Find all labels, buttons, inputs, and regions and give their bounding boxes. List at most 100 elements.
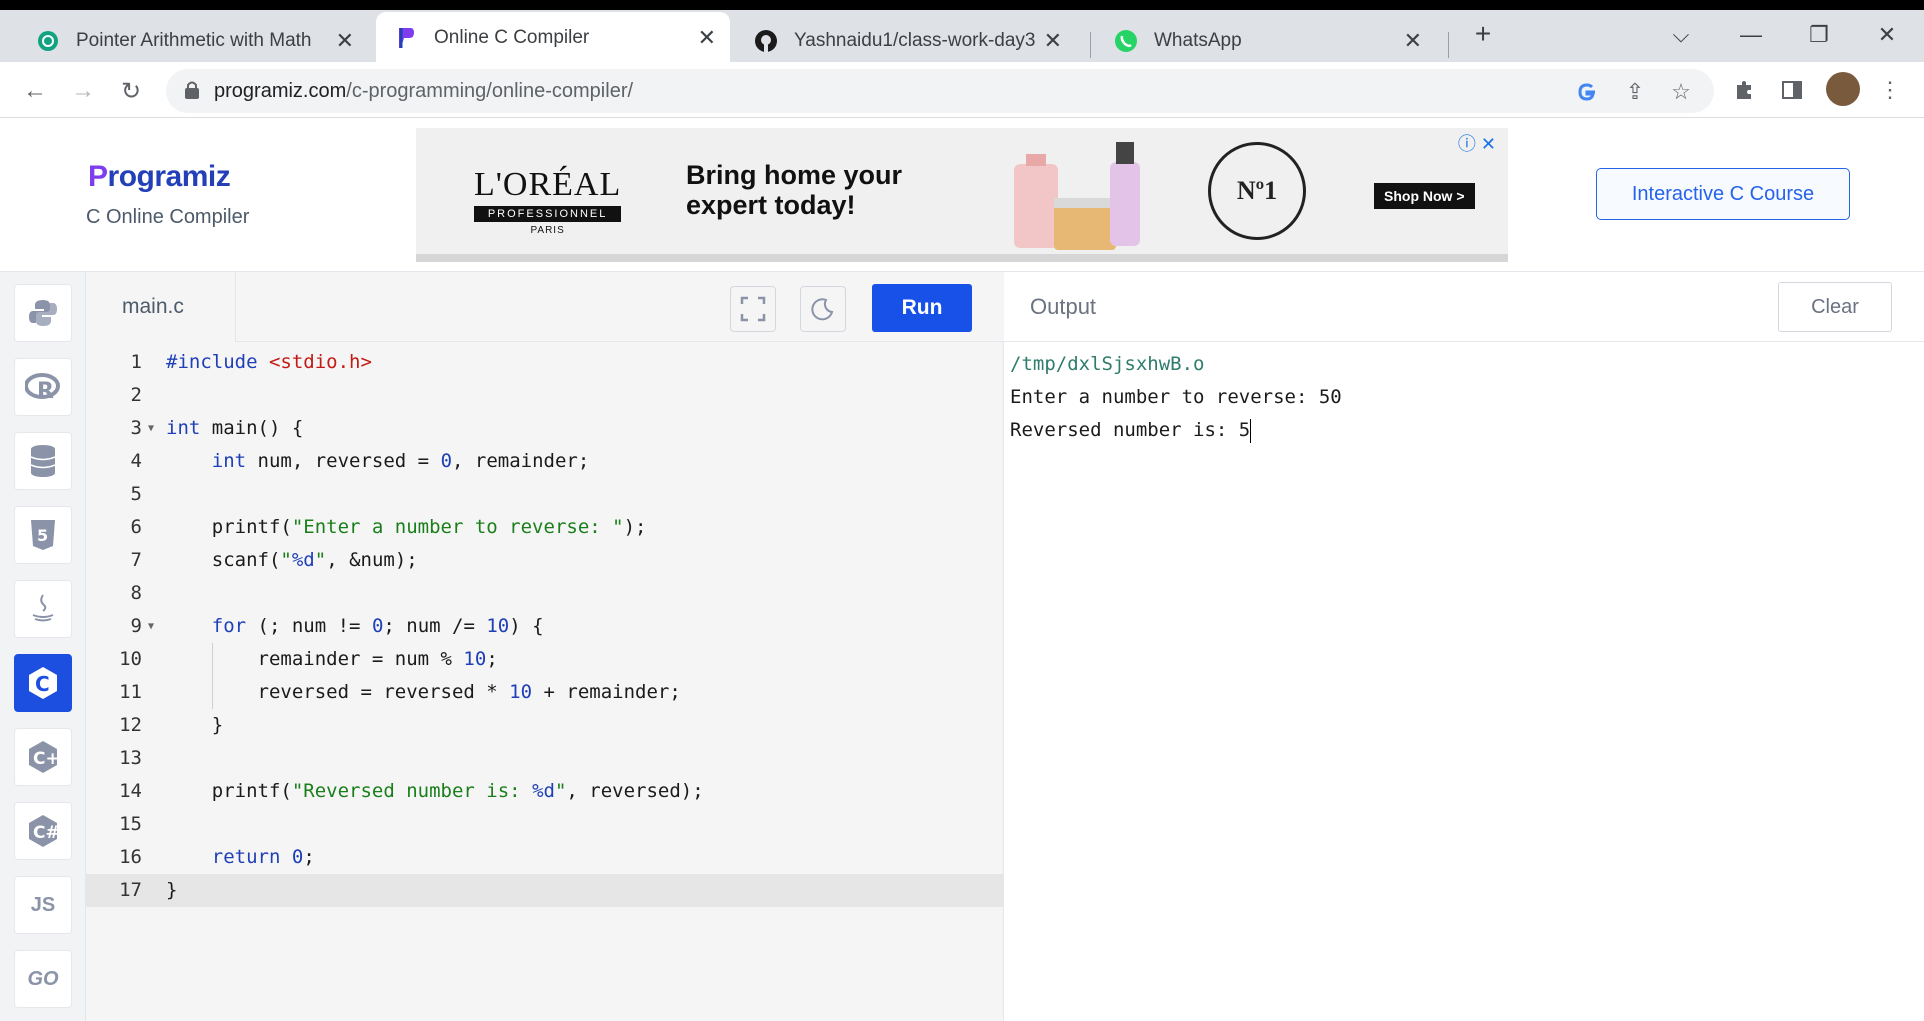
url-text: programiz.com/c-programming/online-compi… xyxy=(214,80,633,103)
fullscreen-icon[interactable] xyxy=(730,286,776,332)
profile-avatar[interactable] xyxy=(1826,72,1860,106)
tab-online-c-compiler[interactable]: Online C Compiler ✕ xyxy=(376,12,730,64)
new-tab-plus-icon[interactable]: + xyxy=(1458,18,1508,50)
code-line[interactable]: 7 scanf("%d", &num); xyxy=(86,544,1004,577)
line-number: 12 xyxy=(119,714,142,736)
fold-arrow-icon[interactable]: ▼ xyxy=(148,412,154,445)
code-text: reversed = reversed * 10 + remainder; xyxy=(166,681,681,703)
code-line[interactable]: 12 } xyxy=(86,709,1004,742)
window-close-icon[interactable]: ✕ xyxy=(1862,22,1912,48)
svg-text:5: 5 xyxy=(37,526,48,545)
close-icon[interactable]: ✕ xyxy=(1404,28,1422,54)
fold-arrow-icon[interactable]: ▼ xyxy=(148,610,154,643)
menu-kebab-icon[interactable]: ⋮ xyxy=(1876,76,1904,104)
output-line-last[interactable]: Reversed number is: 5 xyxy=(1010,414,1252,447)
svg-text:C#: C# xyxy=(33,823,60,843)
tab-title: Online C Compiler xyxy=(434,27,590,48)
side-panel-icon[interactable] xyxy=(1778,76,1806,104)
code-line[interactable]: 1 #include <stdio.h> xyxy=(86,346,1004,379)
code-line[interactable]: 6 printf("Enter a number to reverse: "); xyxy=(86,511,1004,544)
code-text: scanf("%d", &num); xyxy=(166,549,418,571)
output-line: /tmp/dxlSjsxhwB.o xyxy=(1010,353,1205,375)
code-text: } xyxy=(166,714,224,736)
code-line[interactable]: 9 ▼ for (; num != 0; num /= 10) { xyxy=(86,610,1004,643)
advertisement-banner[interactable]: L'ORÉAL PROFESSIONNEL PARIS Bring home y… xyxy=(416,128,1508,262)
cpp-icon[interactable]: C+ xyxy=(14,728,72,786)
share-icon[interactable]: ⇪ xyxy=(1622,79,1648,105)
go-icon[interactable]: GO xyxy=(14,950,72,1008)
forward-arrow-icon[interactable]: → xyxy=(66,74,100,108)
r-icon[interactable]: R xyxy=(14,358,72,416)
line-number: 11 xyxy=(119,681,142,703)
code-line[interactable]: 16 return 0; xyxy=(86,841,1004,874)
tab-pointer-arithmetic[interactable]: Pointer Arithmetic with Math ✕ xyxy=(18,20,368,62)
output-pane: Output Clear /tmp/dxlSjsxhwB.o Enter a n… xyxy=(1004,272,1924,1021)
code-area[interactable]: 1 #include <stdio.h> 2 3 ▼ int main() {4 int … xyxy=(86,346,1004,907)
csharp-icon[interactable]: C# xyxy=(14,802,72,860)
code-line[interactable]: 13 xyxy=(86,742,1004,775)
tab-search-chevron-icon[interactable]: ⌵ xyxy=(1656,22,1706,48)
code-line[interactable]: 2 xyxy=(86,379,1004,412)
code-line[interactable]: 14 printf("Reversed number is: %d", reve… xyxy=(86,775,1004,808)
screen: Pointer Arithmetic with Math ✕ Online C … xyxy=(0,0,1924,1021)
python-icon[interactable] xyxy=(14,284,72,342)
close-icon[interactable]: ✕ xyxy=(698,25,716,51)
code-line[interactable]: 4 int num, reversed = 0, remainder; xyxy=(86,445,1004,478)
extensions-icon[interactable] xyxy=(1730,76,1758,104)
ad-shop-now-button[interactable]: Shop Now > xyxy=(1374,183,1475,209)
google-icon[interactable] xyxy=(1574,79,1600,105)
code-line[interactable]: 11 reversed = reversed * 10 + remainder; xyxy=(86,676,1004,709)
ad-products-image xyxy=(1006,140,1176,261)
java-icon[interactable] xyxy=(14,580,72,638)
js-icon[interactable]: JS xyxy=(14,876,72,934)
tab-separator xyxy=(1090,32,1091,58)
html5-icon[interactable]: 5 xyxy=(14,506,72,564)
tab-separator xyxy=(1448,32,1449,58)
close-icon[interactable]: ✕ xyxy=(1044,28,1062,54)
ad-brand-name: L'ORÉAL xyxy=(474,166,622,203)
browser-toolbar: ← → ↻ programiz.com/c-programming/online… xyxy=(0,62,1924,118)
ad-brand-line3: PARIS xyxy=(530,225,565,236)
logo-initial: P xyxy=(88,160,108,193)
code-line[interactable]: 8 xyxy=(86,577,1004,610)
line-number: 14 xyxy=(119,780,142,802)
back-arrow-icon[interactable]: ← xyxy=(18,74,52,108)
run-button[interactable]: Run xyxy=(872,284,972,332)
url-path: /c-programming/online-compiler/ xyxy=(346,80,634,102)
address-bar[interactable]: programiz.com/c-programming/online-compi… xyxy=(166,69,1714,113)
restore-icon[interactable]: ❐ xyxy=(1794,22,1844,48)
code-text: return 0; xyxy=(211,846,315,868)
c-icon[interactable]: C xyxy=(14,654,72,712)
close-icon[interactable]: ✕ xyxy=(336,28,354,54)
tab-whatsapp[interactable]: WhatsApp ✕ xyxy=(1096,20,1436,62)
interactive-c-course-button[interactable]: Interactive C Course xyxy=(1596,168,1850,220)
code-line[interactable]: 10 remainder = num % 10; xyxy=(86,643,1004,676)
code-line[interactable]: 15 xyxy=(86,808,1004,841)
file-tab-main-c[interactable]: main.c xyxy=(86,272,236,342)
programiz-logo[interactable]: Programiz xyxy=(88,160,231,194)
code-line[interactable]: 3 ▼ int main() { xyxy=(86,412,1004,445)
ad-headline: Bring home your expert today! xyxy=(686,160,903,220)
lock-icon xyxy=(184,80,200,105)
tab-title: Pointer Arithmetic with Math xyxy=(76,30,312,51)
ad-info-close-icon[interactable]: ⓘ ✕ xyxy=(1458,130,1496,156)
browser-tab-strip: Pointer Arithmetic with Math ✕ Online C … xyxy=(0,0,1924,64)
minimize-icon[interactable]: — xyxy=(1726,22,1776,48)
code-text: printf("Reversed number is: %d", reverse… xyxy=(166,780,704,802)
clear-button[interactable]: Clear xyxy=(1778,282,1892,332)
programiz-icon xyxy=(394,26,418,50)
text-cursor xyxy=(1250,418,1252,443)
svg-text:C+: C+ xyxy=(33,749,60,769)
line-number: 16 xyxy=(119,846,142,868)
dark-mode-moon-icon[interactable] xyxy=(800,286,846,332)
go-label: GO xyxy=(27,967,59,990)
sql-icon[interactable] xyxy=(14,432,72,490)
bookmark-star-icon[interactable]: ☆ xyxy=(1668,79,1694,105)
line-number: 3 xyxy=(130,417,142,439)
tab-github[interactable]: Yashnaidu1/class-work-day3 ✕ xyxy=(736,20,1076,62)
line-number: 4 xyxy=(130,450,142,472)
code-line[interactable]: 17} xyxy=(86,874,1004,907)
code-line[interactable]: 5 xyxy=(86,478,1004,511)
line-number: 9 xyxy=(130,615,142,637)
reload-icon[interactable]: ↻ xyxy=(114,74,148,108)
